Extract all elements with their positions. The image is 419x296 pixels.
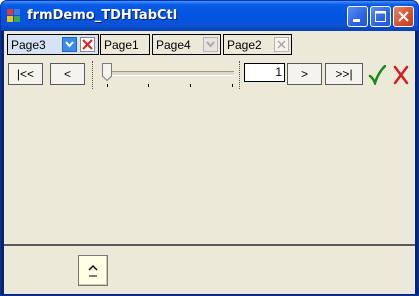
tab-dropdown-button[interactable] — [62, 37, 77, 52]
caret-up-icon — [88, 265, 98, 277]
first-record-button[interactable]: |<< — [8, 63, 43, 85]
next-record-button[interactable]: > — [287, 63, 322, 85]
tab-close-button[interactable] — [274, 37, 289, 52]
navigator-toolbar: |<< < 1 > >>| — [4, 59, 415, 91]
tab-label: Page2 — [227, 38, 262, 52]
checkmark-icon[interactable] — [368, 65, 386, 85]
minimize-icon — [353, 19, 360, 22]
slider-track[interactable] — [106, 71, 234, 76]
tab-page-content — [4, 91, 415, 244]
close-icon — [398, 11, 409, 22]
slider-tick — [232, 84, 233, 87]
minimize-button[interactable] — [347, 6, 368, 27]
last-record-button[interactable]: >>| — [325, 63, 363, 85]
slider-tick — [148, 84, 149, 87]
dropdown-arrow-icon — [65, 41, 74, 48]
previous-record-button[interactable]: < — [50, 63, 85, 85]
app-window: frmDemo_TDHTabCtl Page3 Page1 Page4 Page… — [0, 0, 419, 296]
window-title: frmDemo_TDHTabCtl — [27, 8, 178, 23]
tab-dropdown-button[interactable] — [203, 37, 218, 52]
tab-label: Page3 — [11, 38, 46, 52]
close-icon — [82, 39, 93, 50]
x-icon[interactable] — [392, 65, 410, 85]
bottom-panel — [4, 246, 415, 294]
tab-page3[interactable]: Page3 — [7, 34, 99, 55]
tab-page2[interactable]: Page2 — [223, 34, 292, 55]
tab-label: Page4 — [156, 38, 191, 52]
close-icon — [277, 40, 286, 49]
dropdown-arrow-icon — [206, 41, 215, 48]
up-button[interactable] — [78, 255, 108, 286]
tab-page1[interactable]: Page1 — [100, 34, 150, 55]
slider-tick — [190, 84, 191, 87]
app-window-icon[interactable] — [7, 9, 21, 23]
maximize-button[interactable] — [370, 6, 391, 27]
title-bar[interactable]: frmDemo_TDHTabCtl — [1, 1, 418, 31]
record-position-input[interactable]: 1 — [244, 63, 285, 82]
record-slider[interactable] — [92, 59, 240, 91]
form-client-area: Page3 Page1 Page4 Page2 |<< < 1 > >>| — [4, 31, 415, 294]
maximize-icon — [375, 11, 386, 22]
close-button[interactable] — [393, 6, 414, 27]
tab-page4[interactable]: Page4 — [152, 34, 221, 55]
tab-close-button[interactable] — [80, 37, 95, 52]
tab-label: Page1 — [104, 38, 139, 52]
slider-tick — [107, 84, 108, 87]
slider-thumb[interactable] — [102, 63, 112, 81]
tab-strip: Page3 Page1 Page4 Page2 — [4, 31, 415, 59]
